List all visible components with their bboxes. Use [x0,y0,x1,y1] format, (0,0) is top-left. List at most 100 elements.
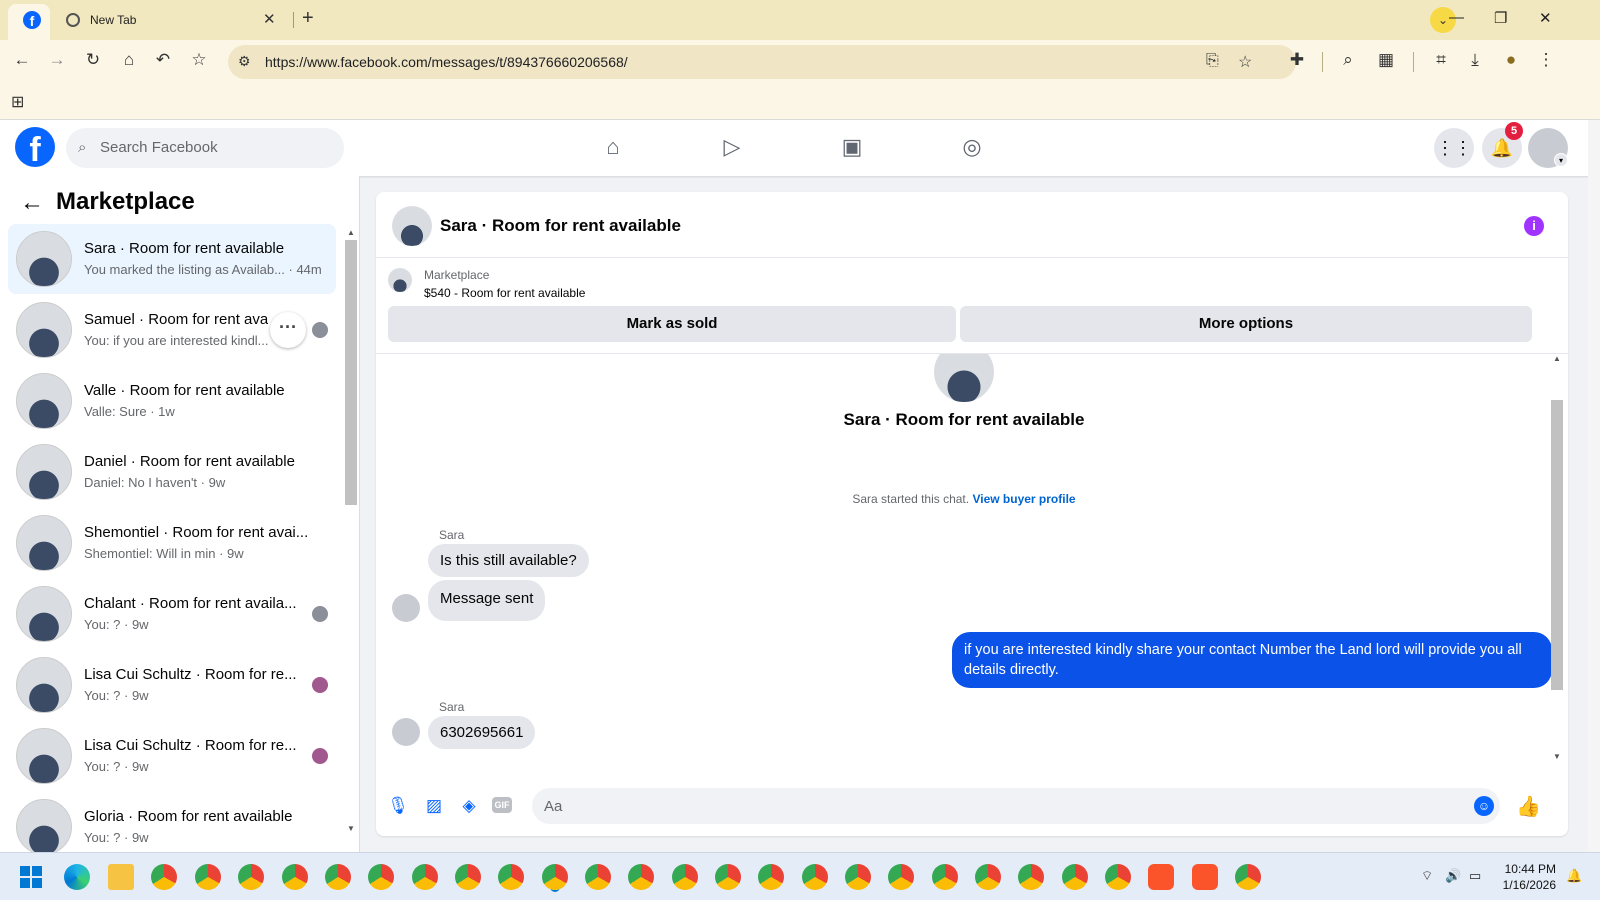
chrome-icon[interactable] [888,864,914,890]
groups-nav-icon[interactable]: ◎ [957,134,987,160]
chrome-icon-active[interactable] [542,864,568,890]
chrome-icon[interactable] [1105,864,1131,890]
undo-icon[interactable]: ↶ [152,50,174,70]
outgoing-message[interactable]: if you are interested kindly share your … [952,632,1552,688]
brave-icon[interactable] [1192,864,1218,890]
restore-button[interactable]: ❐ [1494,9,1507,27]
sender-avatar[interactable] [392,594,420,622]
home-icon[interactable]: ⌂ [118,50,140,70]
conversation-item[interactable]: Daniel · Room for rent available Daniel:… [8,437,336,507]
bookmark-star-icon[interactable]: ☆ [188,50,210,70]
minimize-button[interactable]: — [1449,9,1464,26]
home-nav-icon[interactable]: ⌂ [598,134,628,160]
conversation-item[interactable]: Lisa Cui Schultz · Room for re... You: ?… [8,650,336,720]
conversation-item[interactable]: Valle · Room for rent available Valle: S… [8,366,336,436]
install-app-icon[interactable]: ⎘ [1206,52,1219,70]
battery-icon[interactable]: ▭ [1469,868,1481,884]
chrome-icon[interactable] [845,864,871,890]
conversation-item[interactable]: Lisa Cui Schultz · Room for re... You: ?… [8,721,336,791]
video-nav-icon[interactable]: ▷ [717,134,747,160]
sender-avatar[interactable] [392,718,420,746]
back-icon[interactable]: ← [11,50,33,70]
qr-code-icon[interactable]: ▦ [1375,50,1397,70]
menu-icon[interactable]: ⋮ [1535,50,1557,70]
sticker-icon[interactable]: ◈ [457,796,481,816]
chrome-icon[interactable] [1018,864,1044,890]
chrome-icon[interactable] [498,864,524,890]
incoming-message[interactable]: 6302695661 [428,716,536,749]
chrome-icon[interactable] [282,864,308,890]
mark-as-sold-button[interactable]: Mark as sold [388,306,956,342]
listing-thumbnail[interactable] [388,268,412,292]
extensions-icon[interactable]: ✚ [1286,50,1308,70]
chrome-icon[interactable] [455,864,481,890]
sidebar-scroll-thumb[interactable] [345,240,357,505]
tab-new-tab[interactable]: New Tab ✕ [58,4,288,36]
conversation-item[interactable]: Samuel · Room for rent available You: if… [8,295,336,365]
chrome-icon[interactable] [1235,864,1261,890]
new-tab-button[interactable]: + [302,7,314,30]
reload-icon[interactable]: ↻ [82,50,104,70]
chrome-icon[interactable] [151,864,177,890]
chrome-icon[interactable] [585,864,611,890]
close-tab-icon[interactable]: ✕ [263,10,276,28]
incoming-message[interactable]: Is this still available? [428,544,589,577]
thumbs-up-icon[interactable]: 👍 [1516,794,1541,819]
address-bar[interactable]: ⚙ https://www.facebook.com/messages/t/89… [228,45,1296,79]
sidebar-scrollbar[interactable]: ▲ ▼ [345,228,357,848]
emoji-icon[interactable]: ☺ [1474,796,1494,816]
chrome-icon[interactable] [1062,864,1088,890]
menu-grid-button[interactable]: ⋮⋮ [1434,128,1474,168]
facebook-logo-icon[interactable]: f [15,127,55,167]
chrome-icon[interactable] [975,864,1001,890]
close-window-button[interactable]: ✕ [1539,9,1552,27]
zoom-icon[interactable]: ⌕ [1337,50,1359,70]
file-explorer-icon[interactable] [108,864,134,890]
conversation-item[interactable]: Gloria · Room for rent available You: ? … [8,792,336,852]
conversation-item[interactable]: Sara · Room for rent available You marke… [8,224,336,294]
scroll-up-arrow-icon[interactable]: ▲ [347,228,355,237]
site-info-icon[interactable]: ⚙ [238,53,251,70]
account-caret-icon[interactable]: ▾ [1554,153,1568,167]
marketplace-nav-icon[interactable]: ▣ [837,134,867,160]
crop-icon[interactable]: ⌗ [1430,50,1452,70]
view-buyer-profile-link[interactable]: View buyer profile [972,492,1075,506]
chrome-icon[interactable] [195,864,221,890]
chrome-icon[interactable] [802,864,828,890]
chrome-icon[interactable] [672,864,698,890]
microphone-icon[interactable]: 🎙 [386,796,410,816]
info-icon[interactable]: i [1524,216,1544,236]
url-text[interactable]: https://www.facebook.com/messages/t/8943… [265,54,628,70]
back-arrow-icon[interactable]: ← [20,189,44,217]
chat-scrollbar[interactable]: ▲ ▼ [1551,354,1563,764]
conversation-item[interactable]: Chalant · Room for rent availa... You: ?… [8,579,336,649]
scroll-up-arrow-icon[interactable]: ▲ [1553,354,1561,363]
listing-title[interactable]: $540 - Room for rent available [424,286,585,300]
chrome-icon[interactable] [238,864,264,890]
message-input[interactable]: Aa ☺ [532,788,1500,824]
download-icon[interactable]: ⤓ [1464,50,1486,70]
profile-icon[interactable]: ● [1500,50,1522,70]
chrome-icon[interactable] [715,864,741,890]
more-options-icon[interactable]: ··· [270,312,306,348]
brave-icon[interactable] [1148,864,1174,890]
chrome-icon[interactable] [412,864,438,890]
notification-center-icon[interactable]: 🔔 [1566,868,1582,884]
chrome-icon[interactable] [325,864,351,890]
apps-grid-icon[interactable]: ⊞ [11,92,24,112]
page-scrollbar[interactable] [1588,120,1600,852]
incoming-message[interactable]: Message sent [428,580,546,621]
chrome-icon[interactable] [628,864,654,890]
windows-start-icon[interactable] [20,866,42,888]
forward-icon[interactable]: → [46,50,68,70]
chrome-icon[interactable] [368,864,394,890]
photo-icon[interactable]: ▨ [422,796,446,816]
bookmark-page-icon[interactable]: ☆ [1238,52,1252,72]
clock[interactable]: 10:44 PM 1/16/2026 [1500,861,1556,893]
chat-title[interactable]: Sara · Room for rent available [440,216,681,236]
chrome-icon[interactable] [758,864,784,890]
search-input[interactable]: ⌕ Search Facebook [66,128,344,168]
conversation-item[interactable]: Shemontiel · Room for rent avai... Shemo… [8,508,336,578]
chrome-icon[interactable] [932,864,958,890]
more-options-button[interactable]: More options [960,306,1532,342]
